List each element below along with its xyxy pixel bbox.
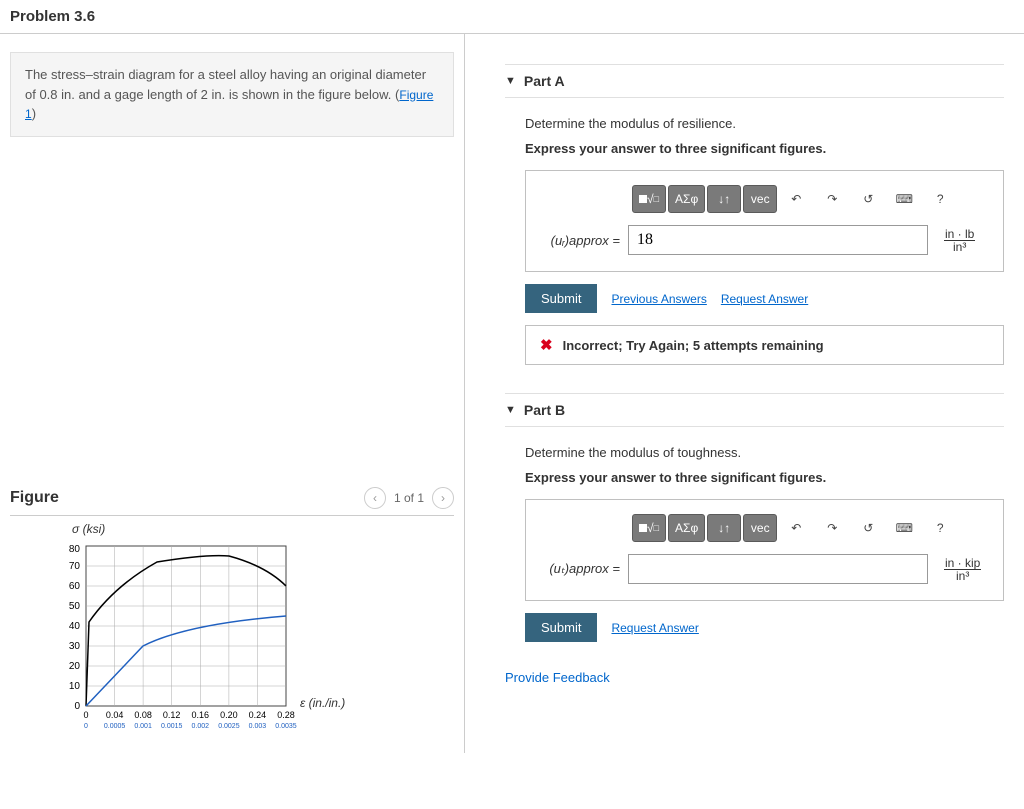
equation-toolbar: √□ ΑΣφ ↓↑ vec ↶ ↷ ↺ ⌨ ? [632,514,987,542]
part-b-answer-box: √□ ΑΣφ ↓↑ vec ↶ ↷ ↺ ⌨ ? (uₜ)approx = [525,499,1004,601]
svg-text:0.0005: 0.0005 [104,723,126,730]
figure-header: Figure ‹ 1 of 1 › [10,487,454,516]
greek-button[interactable]: ΑΣφ [668,514,705,542]
part-a-units: in · lb in³ [944,228,975,253]
svg-text:60: 60 [69,581,81,592]
part-b-instruction: Determine the modulus of toughness. [525,445,1004,460]
left-column: The stress–strain diagram for a steel al… [0,34,465,753]
keyboard-button[interactable]: ⌨ [887,514,921,542]
svg-text:0.04: 0.04 [106,710,124,720]
svg-text:0: 0 [74,701,80,712]
caret-down-icon: ▼ [505,75,516,87]
reset-button[interactable]: ↺ [851,514,885,542]
svg-text:10: 10 [69,681,81,692]
part-b-request-answer-link[interactable]: Request Answer [611,621,698,635]
template-button[interactable]: √□ [632,185,666,213]
svg-text:0: 0 [84,723,88,730]
vector-button[interactable]: vec [743,514,777,542]
part-b-units: in · kip in³ [944,557,981,582]
svg-text:0.12: 0.12 [163,710,181,720]
part-b-submit-button[interactable]: Submit [525,613,597,642]
svg-text:30: 30 [69,641,81,652]
part-a-instruction: Determine the modulus of resilience. [525,116,1004,131]
svg-text:40: 40 [69,621,81,632]
svg-text:0.0035: 0.0035 [275,723,297,730]
svg-text:70: 70 [69,561,81,572]
stress-strain-chart: σ (ksi) [10,516,454,753]
part-a-previous-answers-link[interactable]: Previous Answers [611,292,706,306]
figure-prev-button[interactable]: ‹ [364,487,386,509]
part-b-header[interactable]: ▼ Part B [505,393,1004,427]
part-a-request-answer-link[interactable]: Request Answer [721,292,808,306]
svg-text:0.16: 0.16 [192,710,210,720]
svg-text:0.003: 0.003 [249,723,267,730]
redo-button[interactable]: ↷ [815,514,849,542]
help-button[interactable]: ? [923,185,957,213]
part-a-answer-box: √□ ΑΣφ ↓↑ vec ↶ ↷ ↺ ⌨ ? (uᵣ)approx = [525,170,1004,272]
svg-text:0.24: 0.24 [249,710,267,720]
part-a: ▼ Part A Determine the modulus of resili… [505,64,1004,365]
svg-text:0: 0 [83,710,88,720]
figure-next-button[interactable]: › [432,487,454,509]
chart-svg: 0 10 20 30 40 50 60 70 80 0 0.04 0.08 0.… [60,530,300,750]
svg-text:0.002: 0.002 [192,723,210,730]
problem-title: Problem 3.6 [10,8,1014,25]
part-a-answer-input[interactable] [628,225,928,255]
problem-header: Problem 3.6 [0,0,1024,34]
svg-text:0.001: 0.001 [134,723,152,730]
redo-button[interactable]: ↷ [815,185,849,213]
greek-button[interactable]: ΑΣφ [668,185,705,213]
undo-button[interactable]: ↶ [779,185,813,213]
problem-statement: The stress–strain diagram for a steel al… [10,52,454,137]
provide-feedback-link[interactable]: Provide Feedback [505,670,1004,685]
vector-button[interactable]: vec [743,185,777,213]
chart-x-axis-label: ε (in./in.) [300,696,345,710]
part-b-format: Express your answer to three significant… [525,470,1004,485]
subscript-button[interactable]: ↓↑ [707,514,741,542]
svg-text:0.0015: 0.0015 [161,723,183,730]
right-column: ▼ Part A Determine the modulus of resili… [465,34,1024,753]
svg-text:50: 50 [69,601,81,612]
chart-y-axis-label: σ (ksi) [72,522,105,536]
figure-page-indicator: 1 of 1 [394,491,424,505]
svg-text:0.08: 0.08 [134,710,152,720]
undo-button[interactable]: ↶ [779,514,813,542]
svg-text:0.28: 0.28 [277,710,295,720]
template-button[interactable]: √□ [632,514,666,542]
part-a-feedback: ✖ Incorrect; Try Again; 5 attempts remai… [525,325,1004,365]
part-a-header[interactable]: ▼ Part A [505,64,1004,98]
part-a-format: Express your answer to three significant… [525,141,1004,156]
part-a-submit-button[interactable]: Submit [525,284,597,313]
part-b-answer-input[interactable] [628,554,928,584]
part-b: ▼ Part B Determine the modulus of toughn… [505,393,1004,642]
caret-down-icon: ▼ [505,404,516,416]
part-b-variable-label: (uₜ)approx = [542,561,620,577]
equation-toolbar: √□ ΑΣφ ↓↑ vec ↶ ↷ ↺ ⌨ ? [632,185,987,213]
keyboard-button[interactable]: ⌨ [887,185,921,213]
svg-text:0.20: 0.20 [220,710,238,720]
svg-text:80: 80 [69,544,81,555]
reset-button[interactable]: ↺ [851,185,885,213]
figure-title: Figure [10,489,59,507]
help-button[interactable]: ? [923,514,957,542]
subscript-button[interactable]: ↓↑ [707,185,741,213]
svg-text:20: 20 [69,661,81,672]
incorrect-icon: ✖ [540,336,553,354]
part-a-variable-label: (uᵣ)approx = [542,233,620,248]
svg-text:0.0025: 0.0025 [218,723,240,730]
